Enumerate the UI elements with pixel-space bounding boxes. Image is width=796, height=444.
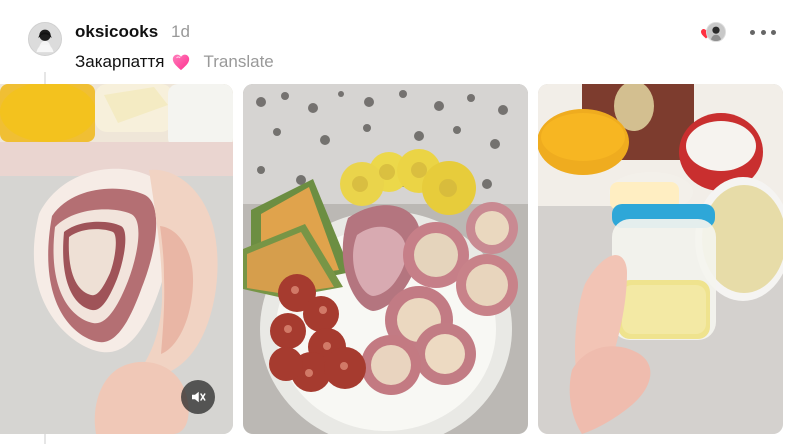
meat-platter-photo (243, 84, 528, 434)
ingredients-jar-photo (538, 84, 783, 434)
post-time: 1d (171, 22, 190, 41)
caption-row: Закарпаття Translate (75, 51, 274, 73)
post-header: oksicooks 1d Закарпаття Translate (28, 14, 776, 84)
media-item-photo[interactable] (538, 84, 783, 434)
author-avatar[interactable] (28, 22, 62, 56)
more-dot (771, 29, 776, 35)
mute-button[interactable] (181, 380, 215, 414)
heart-emoji-icon (172, 54, 189, 71)
more-icon[interactable] (750, 22, 776, 42)
more-dot (760, 29, 766, 35)
media-carousel (0, 84, 796, 434)
caption-text: Закарпаття (75, 52, 165, 71)
avatar-image (29, 23, 61, 55)
reaction-badge[interactable] (700, 22, 726, 42)
mute-icon (192, 391, 206, 403)
reactor-avatar (706, 22, 726, 42)
media-item-photo[interactable] (243, 84, 528, 434)
translate-link[interactable]: Translate (204, 52, 274, 72)
post-actions (700, 22, 776, 42)
more-dot (750, 29, 755, 35)
media-item-video[interactable] (0, 84, 233, 434)
author-username[interactable]: oksicooks (75, 22, 158, 42)
